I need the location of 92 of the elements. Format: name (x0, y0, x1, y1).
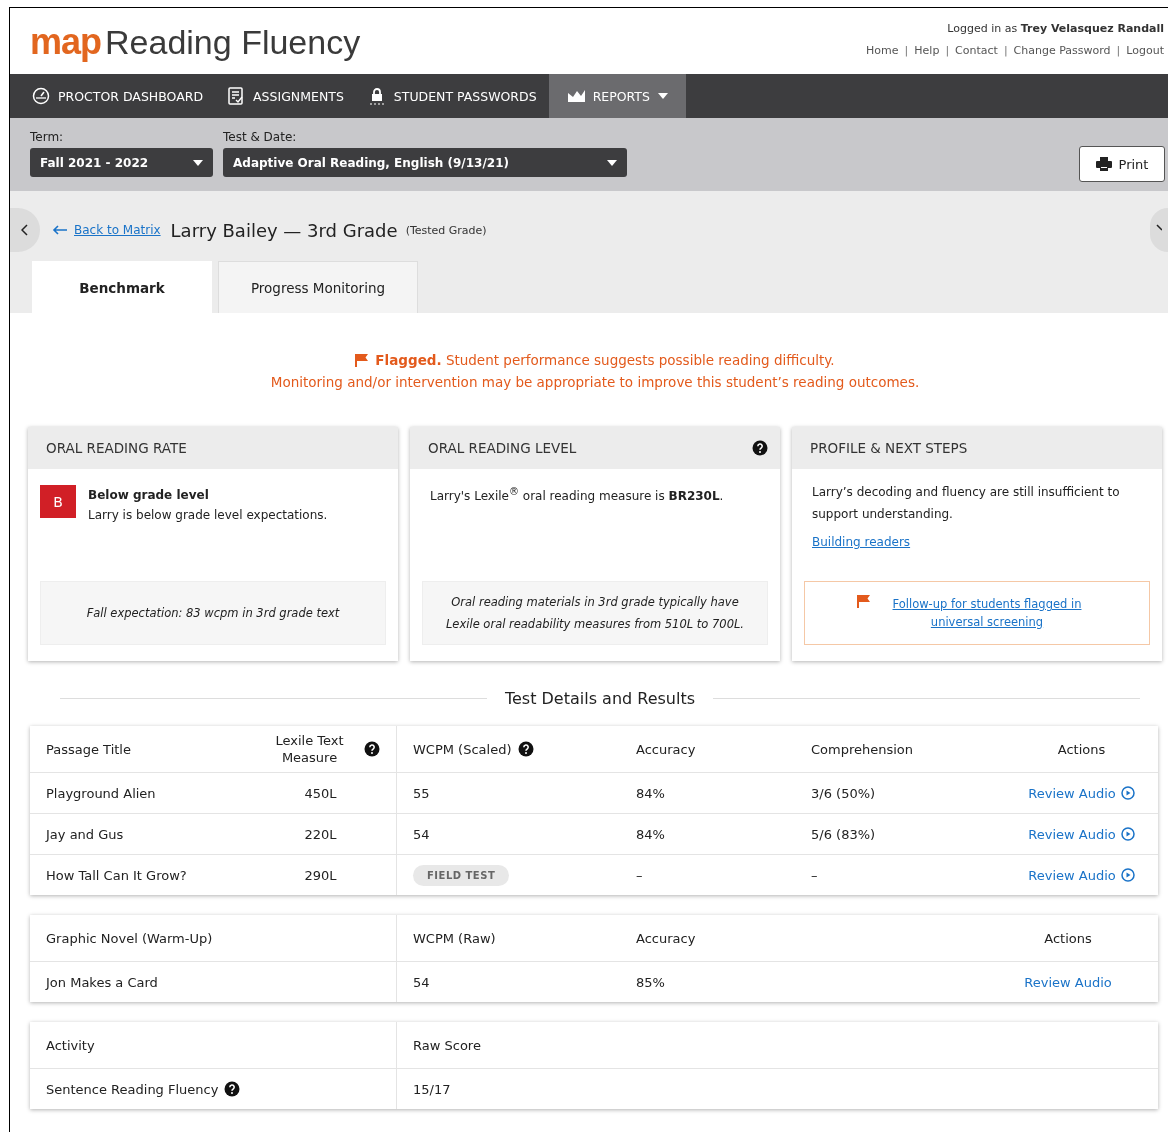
play-icon (1120, 868, 1135, 882)
table-cell: 85% (636, 974, 665, 990)
header-link[interactable]: Logout (1126, 44, 1164, 57)
follow-up-link[interactable]: Follow-up for students flagged in universal screening (877, 595, 1097, 631)
column-header: Activity (46, 1037, 95, 1053)
previous-button[interactable] (10, 208, 40, 252)
play-icon (1120, 786, 1135, 800)
table-cell: Jay and Gus (46, 826, 124, 842)
review-audio-link[interactable]: Review Audio (1028, 785, 1135, 801)
printer-icon (1095, 157, 1112, 171)
table-cell: 450L (304, 785, 337, 801)
header-link[interactable]: Change Password (1013, 44, 1111, 57)
column-header: Passage Title (46, 741, 131, 757)
flag-icon (857, 595, 871, 608)
column-header: Lexile Text Measure (274, 732, 345, 766)
separator: | (945, 44, 950, 57)
header-link[interactable]: Help (914, 44, 940, 57)
card-title: ORAL READING RATE (46, 440, 187, 456)
alert-text: Monitoring and/or intervention may be appropriate to improve this student’s reading outcomes. (269, 373, 921, 392)
column-header: Actions (1044, 930, 1092, 946)
column-header: Actions (1057, 741, 1106, 757)
field-test-badge: FIELD TEST (413, 864, 510, 886)
column-header: Accuracy (636, 741, 696, 757)
table-cell: 54 (413, 826, 430, 842)
table-cell: 5/6 (83%) (811, 826, 876, 842)
header-link[interactable]: Contact (955, 44, 998, 57)
back-link[interactable]: Back to Matrix (52, 223, 161, 237)
card-text: Larry’s decoding and fluency are still insufficient to support understanding. (812, 484, 1121, 523)
expectation-note: Fall expectation: 83 wcpm in 3rd grade text (40, 581, 386, 645)
nav-item[interactable]: STUDENT PASSWORDS (355, 74, 549, 118)
dropdown[interactable]: Fall 2021 - 2022 (30, 148, 213, 177)
review-audio-link[interactable]: Review Audio (1028, 826, 1135, 842)
student-name: Larry Bailey — 3rd Grade (170, 219, 398, 241)
table-cell: 290L (304, 867, 337, 883)
table-cell: Playground Alien (46, 785, 156, 801)
column-header: Graphic Novel (Warm-Up) (46, 930, 213, 946)
separator: | (1003, 44, 1008, 57)
table-cell: – (811, 867, 818, 883)
alert-text: Flagged. Student performance suggests possible reading difficulty. (375, 351, 835, 370)
tab[interactable]: Benchmark (32, 261, 212, 313)
table-cell: 54 (413, 974, 430, 990)
filter-label: Term: (30, 130, 65, 144)
caret-icon (193, 159, 203, 166)
header-link[interactable]: Home (866, 44, 899, 57)
column-header: WCPM (Raw) (413, 930, 496, 946)
nav-item[interactable]: PROCTOR DASHBOARD (20, 74, 216, 118)
chevron-left-icon (21, 224, 29, 236)
table-cell: 15/17 (413, 1081, 451, 1097)
flag-icon (355, 353, 370, 367)
logo-mark: map (30, 22, 102, 62)
column-header: WCPM (Scaled) (413, 741, 512, 757)
table-cell: Jon Makes a Card (46, 974, 158, 990)
review-audio-link[interactable]: Review Audio (1028, 867, 1135, 883)
table-cell: 84% (636, 785, 665, 801)
gauge-icon (32, 87, 50, 105)
login-text: Logged in as Trey Velasquez Randall (946, 22, 1164, 35)
column-header: Raw Score (413, 1037, 481, 1053)
help-icon (224, 1081, 241, 1097)
section-title: Test Details and Results (503, 689, 697, 708)
tab[interactable]: Progress Monitoring (218, 261, 418, 313)
print-button[interactable]: Print (1079, 146, 1165, 182)
table-cell: 55 (413, 785, 430, 801)
table-cell: 220L (304, 826, 337, 842)
checklist-icon (227, 87, 246, 105)
table-cell: How Tall Can It Grow? (46, 867, 187, 883)
table-cell: – (636, 867, 643, 883)
column-header: Comprehension (811, 741, 914, 757)
status-label: Below grade level (88, 487, 210, 504)
play-icon (1120, 827, 1135, 841)
arrow-left-icon (52, 225, 68, 235)
table-cell: 84% (636, 826, 665, 842)
nav-item[interactable]: REPORTS (548, 74, 686, 118)
nav-item[interactable]: ASSIGNMENTS (215, 74, 356, 118)
building-readers-link[interactable]: Building readers (812, 531, 1142, 553)
readability-note: Oral reading materials in 3rd grade typically have Lexile oral readability measures from 510L to 700L. (422, 581, 768, 645)
separator: | (1116, 44, 1121, 57)
column-header: Accuracy (636, 930, 696, 946)
table-cell: 3/6 (50%) (811, 785, 876, 801)
card-text: Larry's Lexile$^{®}$ oral reading measure is BR230L. (430, 485, 725, 505)
dropdown[interactable]: Adaptive Oral Reading, English (9/13/21) (223, 148, 627, 177)
grade-note: (Tested Grade) (405, 223, 487, 237)
grade-badge: B (40, 485, 76, 518)
caret-icon (607, 159, 617, 166)
review-audio-link[interactable]: Review Audio (1024, 974, 1112, 990)
separator: | (904, 44, 909, 57)
lock-icon (367, 87, 386, 105)
app-title: Reading Fluency (105, 22, 361, 62)
card-title: ORAL READING LEVEL (428, 440, 577, 456)
card-text: Larry is below grade level expectations. (88, 507, 328, 524)
table-cell: Sentence Reading Fluency (46, 1081, 219, 1097)
card-title: PROFILE & NEXT STEPS (810, 440, 968, 456)
filter-label: Test & Date: (223, 130, 298, 144)
